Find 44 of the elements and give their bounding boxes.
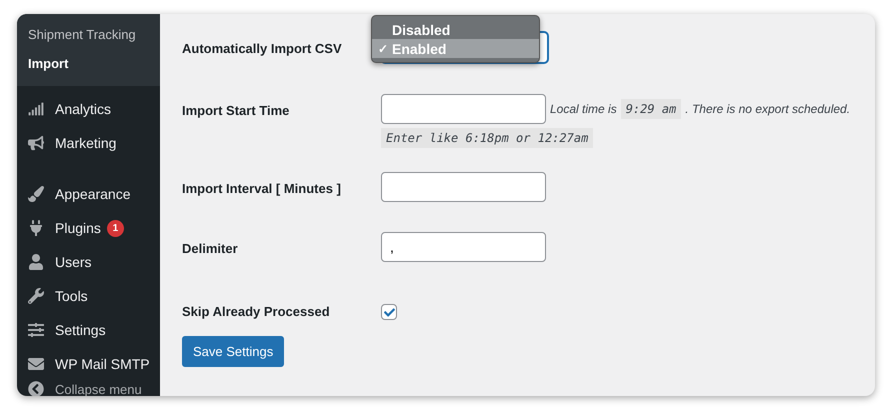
menu-item[interactable]: Analytics [17, 92, 160, 126]
submenu-item[interactable]: Shipment Tracking [17, 20, 160, 49]
wrench-icon [27, 288, 45, 304]
menu-item[interactable]: Appearance [17, 177, 160, 211]
sliders-icon [27, 322, 45, 338]
dropdown-option[interactable]: Disabled [372, 20, 539, 39]
local-time: 9:29 am [620, 99, 682, 119]
megaphone-icon [27, 135, 45, 151]
envelope-icon [27, 356, 45, 372]
menu-item-label: Users [55, 254, 92, 270]
menu-item[interactable]: Settings [17, 313, 160, 347]
local-time-note: Local time is [550, 102, 617, 116]
field-label: Delimiter [182, 240, 239, 256]
field-label: Automatically Import CSV [182, 40, 343, 56]
text-input[interactable] [381, 172, 546, 202]
checkbox[interactable] [381, 304, 397, 320]
update-count: 1 [106, 220, 124, 236]
text-input[interactable]: , [381, 232, 546, 262]
time-input[interactable] [381, 94, 546, 124]
menu-item[interactable]: WP Mail SMTP [17, 347, 160, 381]
menu-item-label: Settings [55, 322, 106, 338]
schedule-note: . There is no export scheduled. [685, 102, 850, 116]
menu-item-label: WP Mail SMTP [55, 356, 150, 372]
save-settings-button[interactable]: Save Settings [182, 336, 284, 367]
field-label: Import Interval [ Minutes ] [182, 180, 342, 196]
menu-item[interactable]: Marketing [17, 126, 160, 160]
menu-item[interactable]: Plugins 1 [17, 211, 160, 245]
menu-item[interactable]: Tools [17, 279, 160, 313]
field-label: Import Start Time [182, 102, 290, 118]
person-icon [27, 254, 45, 270]
menu-item-label: Marketing [55, 135, 116, 151]
plug-icon [27, 220, 45, 236]
submenu-item[interactable]: Import [17, 49, 160, 78]
bar-chart-icon [27, 101, 45, 117]
menu-item-label: Analytics [55, 101, 112, 117]
menu-item-label: Appearance [55, 186, 131, 202]
collapse-icon [27, 381, 45, 396]
paintbrush-icon [27, 186, 45, 202]
menu-item-label: Plugins [55, 220, 101, 236]
field-label: Skip Already Processed [182, 303, 331, 319]
collapse-menu-button[interactable]: Collapse menu [17, 381, 160, 396]
menu-item-label: Tools [55, 288, 88, 304]
menu-item[interactable]: Users [17, 245, 160, 279]
format-hint: Enter like 6:18pm or 12:27am [381, 128, 594, 148]
